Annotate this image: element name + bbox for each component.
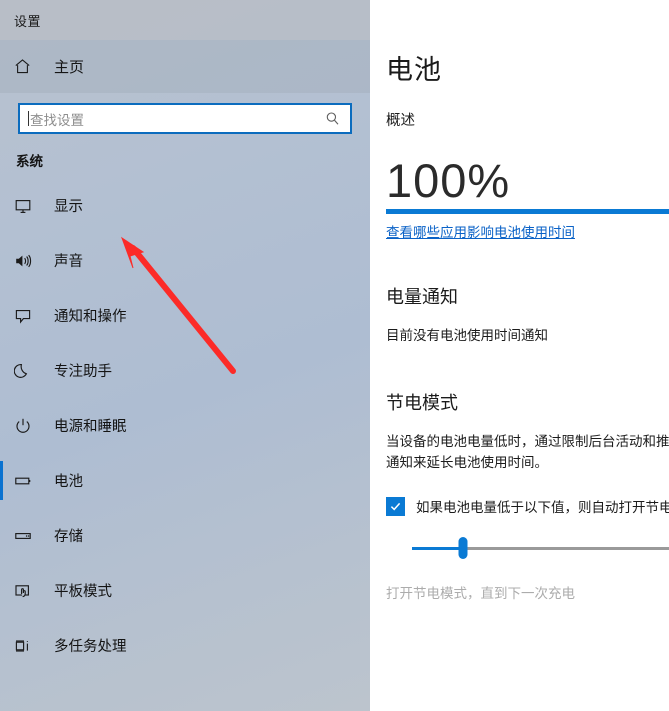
sidebar-item-battery-label: 电池: [54, 474, 83, 490]
battery-saver-checkbox[interactable]: [386, 496, 405, 516]
notification-bubble-icon: [14, 307, 40, 325]
battery-saver-heading: 节电模式: [386, 393, 458, 414]
search-placeholder: 查找设置: [30, 112, 84, 128]
power-icon: [14, 417, 40, 435]
sidebar-item-battery[interactable]: 电池: [0, 453, 370, 508]
sidebar-item-home[interactable]: 主页: [0, 40, 370, 93]
search-container: 查找设置: [0, 93, 370, 134]
sidebar-item-multitasking[interactable]: 多任务处理: [0, 618, 370, 673]
battery-saver-until-charge-note: 打开节电模式，直到下一次充电: [386, 586, 575, 602]
sidebar-item-storage[interactable]: 存储: [0, 508, 370, 563]
sidebar-item-multitasking-label: 多任务处理: [54, 639, 127, 655]
sidebar-nav-list: 显示 声音 通知和操作 专注助手 电源和睡眠 电池 存储 平板模式 多任务处理: [0, 178, 370, 673]
sidebar-item-focus-assist[interactable]: 专注助手: [0, 343, 370, 398]
slider-track[interactable]: [412, 537, 669, 560]
sidebar-item-focus-assist-label: 专注助手: [54, 364, 112, 380]
sidebar-item-sound-label: 声音: [54, 254, 83, 270]
sidebar-item-power-sleep[interactable]: 电源和睡眠: [0, 398, 370, 453]
monitor-icon: [14, 197, 40, 215]
battery-saver-description: 当设备的电池电量低时，通过限制后台活动和推送通知来延长电池使用时间。: [386, 434, 669, 471]
sidebar-item-display-label: 显示: [54, 199, 83, 215]
overview-heading: 概述: [386, 113, 415, 129]
battery-saver-threshold-slider[interactable]: [386, 536, 669, 560]
sidebar: 设置 主页 查找设置 系统 显示 声音 通知和操作 专注助手 电源和睡眠 电池 …: [0, 0, 370, 711]
multitasking-icon: [14, 637, 40, 655]
battery-saver-checkbox-row[interactable]: 如果电池电量低于以下值，则自动打开节电模式：: [386, 496, 669, 516]
home-icon: [14, 58, 40, 75]
battery-usage-link[interactable]: 查看哪些应用影响电池使用时间: [386, 221, 669, 241]
sidebar-item-display[interactable]: 显示: [0, 178, 370, 233]
battery-icon: [14, 472, 40, 490]
window-title: 设置: [14, 13, 42, 29]
sidebar-item-home-label: 主页: [54, 59, 85, 76]
search-input[interactable]: 查找设置: [18, 103, 352, 134]
sidebar-section-title: 系统: [16, 154, 43, 169]
window-titlebar: 设置: [0, 0, 370, 40]
sidebar-item-power-sleep-label: 电源和睡眠: [54, 419, 127, 435]
search-icon[interactable]: [325, 111, 340, 126]
text-caret: [28, 111, 29, 126]
content-pane: 电池 概述 100% 查看哪些应用影响电池使用时间 电量通知 目前没有电池使用时…: [370, 0, 669, 711]
sidebar-item-tablet-mode[interactable]: 平板模式: [0, 563, 370, 618]
settings-window: 设置 主页 查找设置 系统 显示 声音 通知和操作 专注助手 电源和睡眠 电池 …: [0, 0, 669, 711]
page-title: 电池: [386, 55, 442, 85]
speaker-icon: [14, 252, 40, 270]
sidebar-item-notifications[interactable]: 通知和操作: [0, 288, 370, 343]
battery-saver-checkbox-label: 如果电池电量低于以下值，则自动打开节电模式：: [416, 500, 669, 516]
sidebar-item-tablet-mode-label: 平板模式: [54, 584, 112, 600]
sidebar-item-sound[interactable]: 声音: [0, 233, 370, 288]
notifications-status-text: 目前没有电池使用时间通知: [386, 328, 548, 344]
battery-progress-bar: [386, 209, 669, 215]
sidebar-item-notifications-label: 通知和操作: [54, 309, 127, 325]
battery-percent-value: 100%: [386, 154, 511, 207]
sidebar-item-storage-label: 存储: [54, 529, 83, 545]
notifications-heading: 电量通知: [386, 287, 458, 308]
storage-icon: [14, 527, 40, 545]
tablet-mode-icon: [14, 582, 40, 600]
slider-thumb[interactable]: [458, 537, 468, 560]
slider-fill: [412, 546, 464, 550]
moon-icon: [14, 362, 40, 380]
